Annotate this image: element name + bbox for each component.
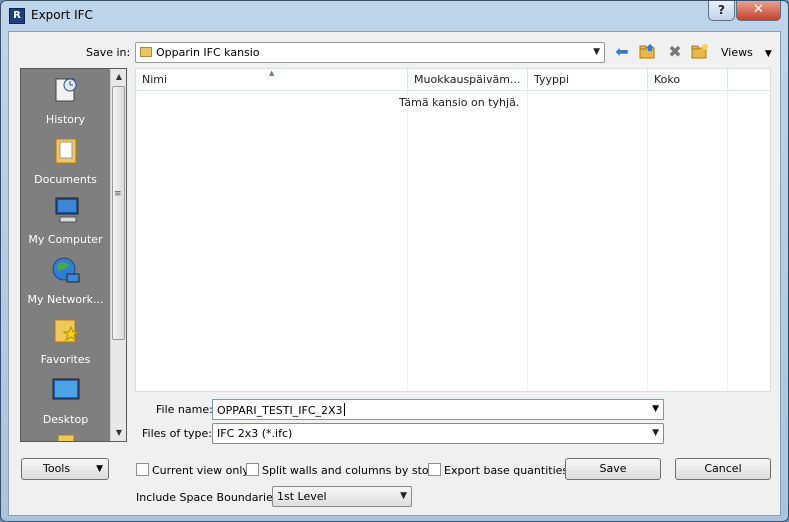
- dialog-body: Save in: Opparin IFC kansio ▼ ⬅ ✖ Views ▼…: [8, 31, 781, 516]
- column-header-type[interactable]: Tyyppi: [528, 69, 648, 91]
- favorites-icon: [51, 315, 81, 345]
- empty-folder-message: Tämä kansio on tyhjä.: [399, 96, 520, 109]
- export-ifc-dialog: R Export IFC ? ✕ Save in: Opparin IFC ka…: [0, 0, 789, 522]
- column-header-modified[interactable]: Muokkauspäiväm...: [408, 69, 528, 91]
- save-in-dropdown[interactable]: Opparin IFC kansio ▼: [135, 42, 605, 63]
- new-folder-icon[interactable]: [690, 43, 710, 61]
- column-header-name[interactable]: ▲ Nimi: [136, 69, 408, 91]
- tools-button[interactable]: Tools ▼: [21, 458, 109, 480]
- chevron-down-icon: ▼: [593, 47, 600, 57]
- grip-icon: ≡: [114, 189, 122, 199]
- column-divider: [647, 91, 648, 391]
- checkbox-box[interactable]: [246, 463, 259, 476]
- window-title: Export IFC: [31, 8, 93, 22]
- network-icon: [51, 255, 81, 285]
- text-caret: [343, 403, 345, 416]
- column-header-size[interactable]: Koko: [648, 69, 728, 91]
- up-folder-icon[interactable]: [638, 43, 658, 61]
- scroll-thumb[interactable]: [112, 86, 125, 340]
- chevron-down-icon: ▼: [400, 491, 407, 501]
- scroll-up-icon[interactable]: ▲: [111, 69, 127, 85]
- folder-icon: [140, 47, 152, 57]
- chevron-down-icon: ▼: [96, 464, 103, 474]
- checkbox-box[interactable]: [136, 463, 149, 476]
- save-button[interactable]: Save: [565, 458, 661, 480]
- delete-icon[interactable]: ✖: [665, 43, 685, 61]
- chevron-down-icon[interactable]: ▼: [652, 404, 659, 414]
- export-base-quantities-checkbox[interactable]: Export base quantities: [428, 463, 568, 477]
- checkbox-box[interactable]: [428, 463, 441, 476]
- title-bar[interactable]: R Export IFC ? ✕: [1, 1, 788, 31]
- column-divider: [727, 91, 728, 391]
- save-in-label: Save in:: [86, 46, 131, 59]
- places-scrollbar[interactable]: ▲ ≡ ▼: [110, 69, 126, 441]
- column-divider: [527, 91, 528, 391]
- cancel-button[interactable]: Cancel: [675, 458, 771, 480]
- views-menu[interactable]: Views ▼: [721, 46, 772, 59]
- chevron-down-icon: ▼: [764, 49, 772, 59]
- places-bar: History Documents My Computer My Network…: [20, 68, 127, 442]
- chevron-down-icon: ▼: [652, 428, 659, 438]
- filetype-label: Files of type:: [142, 427, 213, 440]
- computer-icon: [51, 195, 81, 225]
- save-in-value: Opparin IFC kansio: [156, 46, 260, 59]
- close-button[interactable]: ✕: [736, 1, 781, 21]
- filename-value: OPPARI_TESTI_IFC_2X3: [217, 404, 343, 417]
- revit-app-icon: R: [9, 8, 25, 24]
- space-boundaries-label: Include Space Boundaries:: [136, 491, 283, 504]
- desktop-icon: [51, 375, 81, 405]
- folder-icon: [51, 433, 81, 441]
- space-boundaries-value: 1st Level: [277, 490, 327, 503]
- scroll-down-icon[interactable]: ▼: [111, 425, 127, 441]
- filename-label: File name:: [156, 403, 213, 416]
- filename-field[interactable]: OPPARI_TESTI_IFC_2X3 ▼: [212, 399, 664, 420]
- column-header-filler: [728, 69, 770, 91]
- filetype-dropdown[interactable]: IFC 2x3 (*.ifc) ▼: [212, 423, 664, 444]
- help-button[interactable]: ?: [708, 1, 735, 21]
- split-walls-checkbox[interactable]: Split walls and columns by story: [246, 463, 440, 477]
- left-arrow-icon[interactable]: ⬅: [612, 43, 632, 61]
- documents-icon: [51, 135, 81, 165]
- file-list[interactable]: ▲ Nimi Muokkauspäiväm... Tyyppi Koko Täm…: [135, 68, 771, 392]
- history-icon: [51, 75, 81, 105]
- filetype-value: IFC 2x3 (*.ifc): [217, 427, 293, 440]
- space-boundaries-dropdown[interactable]: 1st Level ▼: [272, 486, 412, 507]
- column-divider: [407, 91, 408, 391]
- current-view-only-checkbox[interactable]: Current view only: [136, 463, 249, 477]
- sort-up-icon: ▲: [269, 69, 275, 77]
